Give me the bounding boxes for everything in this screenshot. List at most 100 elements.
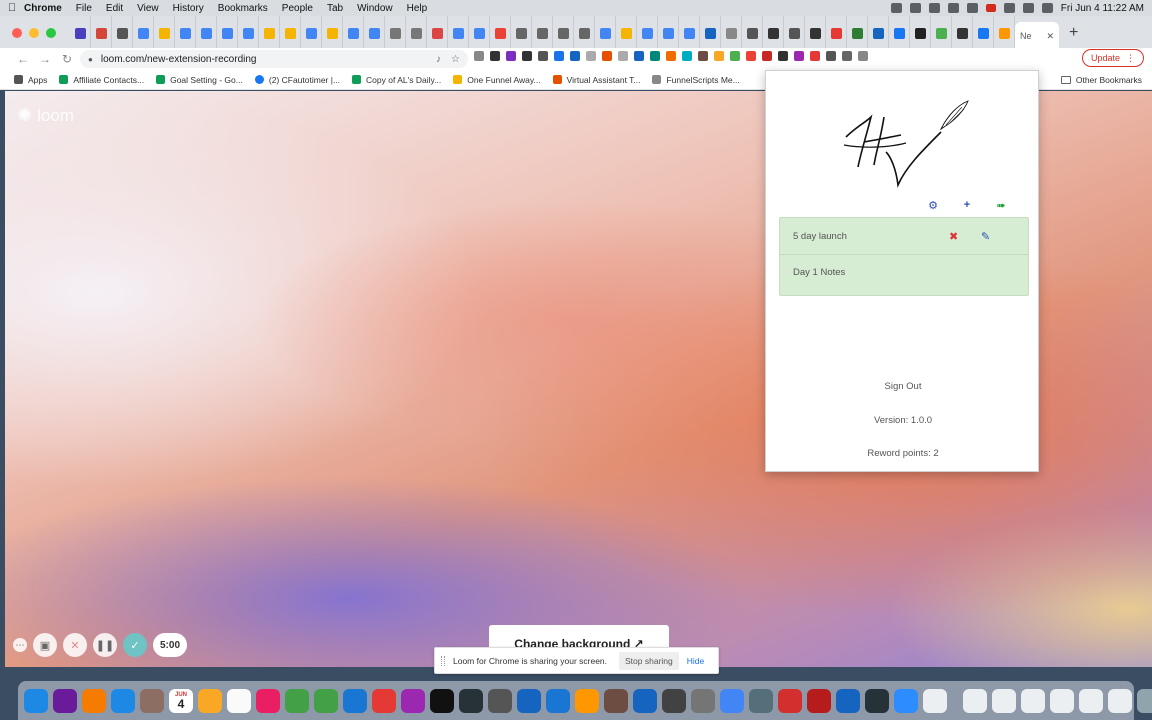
browser-tab[interactable] [994,16,1015,50]
dock-app-icon[interactable] [836,688,860,713]
delete-note-icon[interactable]: ✖ [949,230,958,243]
reload-icon[interactable]: ↻ [56,52,78,66]
browser-tab[interactable] [889,16,910,50]
dock-app-icon[interactable] [256,688,280,713]
dock-app-icon[interactable] [720,688,744,713]
dock-app-icon[interactable] [923,688,947,713]
battery-icon[interactable] [966,3,978,13]
extension-icon[interactable] [618,51,628,61]
extension-icon[interactable] [810,51,820,61]
dock-app-icon[interactable] [546,688,570,713]
menu-file[interactable]: File [76,3,92,14]
menu-edit[interactable]: Edit [106,3,123,14]
extension-icon[interactable] [826,51,836,61]
browser-tab[interactable] [469,16,490,50]
dock-app-icon[interactable] [82,688,106,713]
bookmark-daily-copy[interactable]: Copy of AL's Daily... [352,75,441,85]
dock-app-icon[interactable] [633,688,657,713]
browser-tab[interactable] [910,16,931,50]
browser-tab[interactable] [637,16,658,50]
dock-app-icon[interactable] [575,688,599,713]
browser-tab[interactable] [574,16,595,50]
browser-tab[interactable] [154,16,175,50]
dock-app-icon[interactable] [894,688,918,713]
browser-tab[interactable] [931,16,952,50]
menu-history[interactable]: History [173,3,204,14]
browser-tab[interactable] [406,16,427,50]
dock-app-icon[interactable] [691,688,715,713]
extension-icon[interactable] [778,51,788,61]
bookmark-virtual-assistant[interactable]: Virtual Assistant T... [552,75,640,85]
browser-tab[interactable] [553,16,574,50]
menu-clock[interactable]: Fri Jun 4 11:22 AM [1061,3,1144,14]
browser-tab[interactable] [301,16,322,50]
lock-icon[interactable]: ● [88,55,93,64]
note-item[interactable]: 5 day launch ✖ ✎ [780,218,1028,254]
close-window-button[interactable] [12,28,22,38]
voice-search-icon[interactable]: ♪ [436,54,441,65]
dock-app-icon[interactable] [111,688,135,713]
browser-tab[interactable] [805,16,826,50]
extension-icon[interactable] [538,51,548,61]
dock-app-icon[interactable] [749,688,773,713]
dock-app-icon[interactable] [807,688,831,713]
add-note-icon[interactable]: + [960,199,974,212]
extension-icon[interactable] [762,51,772,61]
forward-arrow-icon[interactable]: → [34,52,56,66]
extension-icon[interactable] [506,51,516,61]
dock-app-icon[interactable] [604,688,628,713]
tray-icon[interactable] [928,3,940,13]
bookmark-one-funnel-away[interactable]: One Funnel Away... [453,75,541,85]
dock-app-icon[interactable] [488,688,512,713]
dock-app-icon[interactable] [24,688,48,713]
dock-app-icon[interactable] [198,688,222,713]
microphone-icon[interactable] [890,3,902,13]
settings-gear-icon[interactable]: ⚙ [926,199,940,212]
browser-tab[interactable] [427,16,448,50]
extension-icon[interactable] [634,51,644,61]
bookmark-goal-setting[interactable]: Goal Setting - Go... [156,75,243,85]
flag-icon[interactable] [985,4,996,12]
control-center-icon[interactable] [1022,3,1034,13]
update-button[interactable]: Update ⋮ [1081,49,1144,67]
browser-tab[interactable] [343,16,364,50]
dock-app-icon[interactable] [285,688,309,713]
browser-tab[interactable] [742,16,763,50]
active-tab[interactable]: Ne ✕ [1015,22,1059,50]
pause-icon[interactable]: ❚❚ [93,633,117,657]
menu-bookmarks[interactable]: Bookmarks [218,3,268,14]
browser-tab[interactable] [385,16,406,50]
dock-app-icon[interactable] [1021,688,1045,713]
dock-app-icon[interactable] [314,688,338,713]
menu-help[interactable]: Help [407,3,428,14]
extension-icon[interactable] [842,51,852,61]
browser-tab[interactable] [721,16,742,50]
dock-app-icon[interactable] [1079,688,1103,713]
browser-tab[interactable] [364,16,385,50]
extension-icon[interactable] [554,51,564,61]
hide-sharing-bar-button[interactable]: Hide [687,656,704,666]
extension-icon[interactable] [602,51,612,61]
browser-tab[interactable] [490,16,511,50]
new-tab-button[interactable]: + [1069,24,1078,42]
bookmark-apps[interactable]: Apps [14,75,47,85]
other-bookmarks[interactable]: Other Bookmarks [1060,75,1142,85]
bluetooth-icon[interactable] [947,3,959,13]
cancel-recording-icon[interactable]: ✕ [63,633,87,657]
note-title[interactable]: Day 1 Notes [793,267,845,278]
browser-tab[interactable] [658,16,679,50]
wifi-icon[interactable] [1003,3,1015,13]
browser-tab[interactable] [616,16,637,50]
extension-icon[interactable] [570,51,580,61]
apple-menu-icon[interactable]:  [8,2,24,14]
dock-app-icon[interactable] [401,688,425,713]
browser-tab[interactable] [448,16,469,50]
browser-tab[interactable] [826,16,847,50]
dock-app-icon[interactable] [963,688,987,713]
browser-tab[interactable] [322,16,343,50]
trash-icon[interactable] [1137,688,1152,713]
bookmark-star-icon[interactable]: ☆ [451,54,460,65]
bookmark-affiliate-contacts[interactable]: Affiliate Contacts... [59,75,144,85]
extension-icon[interactable] [858,51,868,61]
minimize-window-button[interactable] [29,28,39,38]
